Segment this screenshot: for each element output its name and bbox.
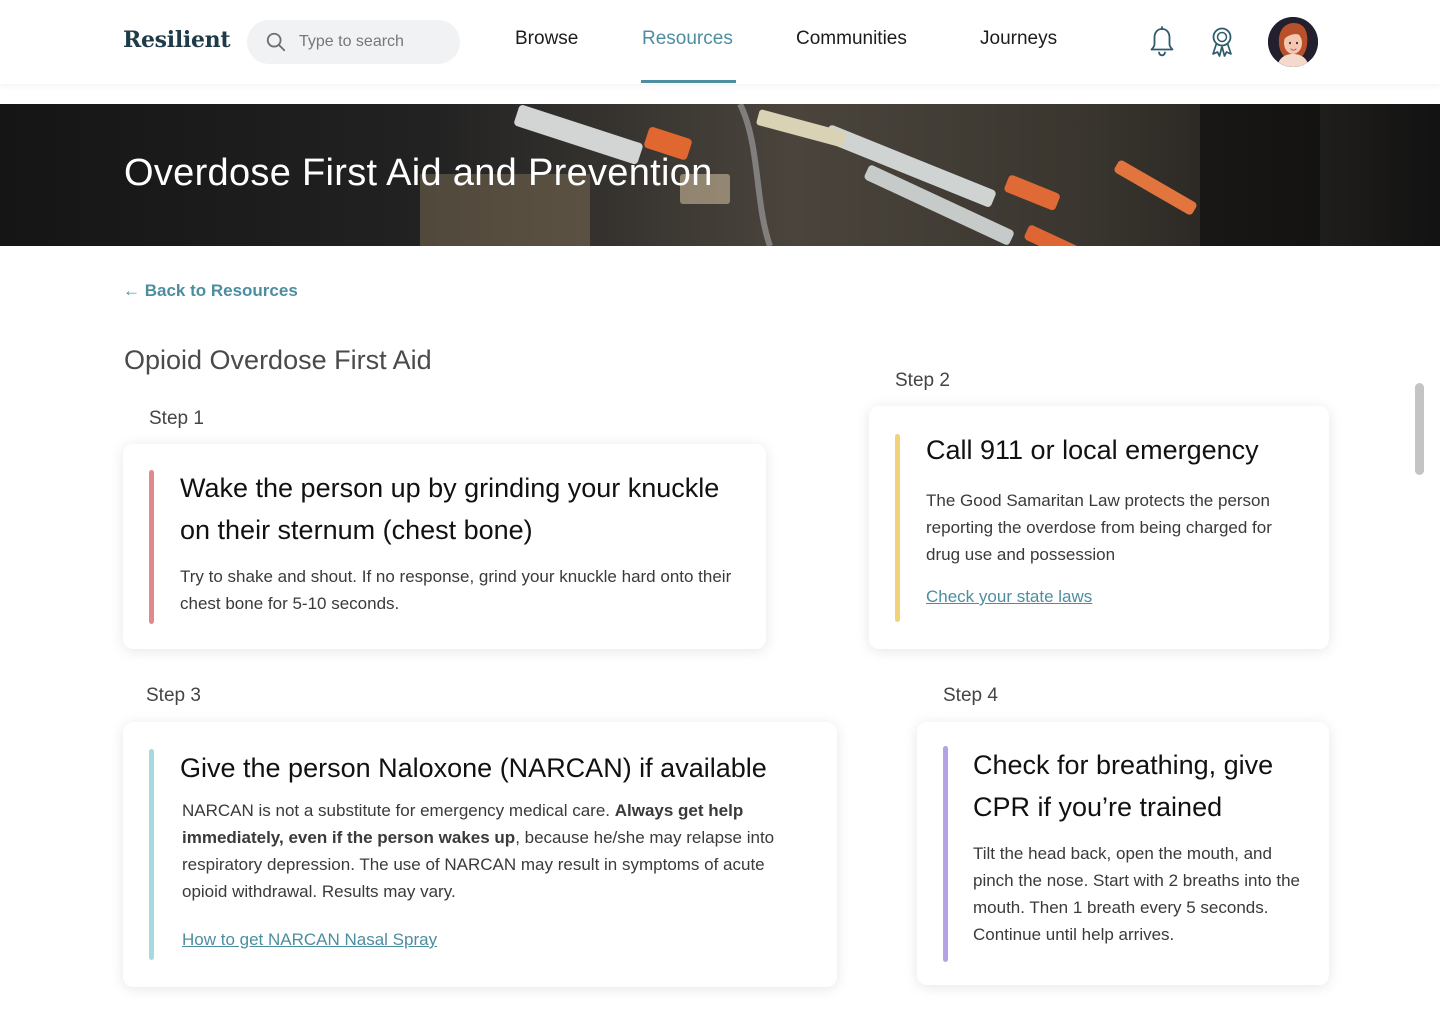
- step-2-card: Call 911 or local emergency The Good Sam…: [869, 406, 1329, 649]
- search-input[interactable]: [299, 20, 449, 64]
- step-4-body: Tilt the head back, open the mouth, and …: [973, 844, 1300, 944]
- back-to-resources-link[interactable]: ← Back to Resources: [123, 281, 298, 301]
- step-2-accent-bar: [895, 434, 900, 622]
- nav-browse[interactable]: Browse: [515, 28, 578, 50]
- step-4-accent-bar: [943, 746, 948, 962]
- check-state-laws-link[interactable]: Check your state laws: [926, 587, 1092, 607]
- step-3-body: NARCAN is not a substitute for emergency…: [182, 797, 807, 905]
- search-box[interactable]: [247, 20, 460, 64]
- step-3-card: Give the person Naloxone (NARCAN) if ava…: [123, 722, 837, 987]
- step-3-label: Step 3: [146, 685, 201, 706]
- avatar-portrait-icon: [1268, 17, 1318, 67]
- step-2-title: Call 911 or local emergency: [926, 435, 1259, 465]
- user-avatar[interactable]: [1268, 17, 1318, 67]
- step-1-title: Wake the person up by grinding your knuc…: [180, 473, 720, 545]
- nav-resources[interactable]: Resources: [642, 28, 733, 50]
- nav-communities[interactable]: Communities: [796, 28, 907, 50]
- bell-icon[interactable]: [1148, 26, 1176, 58]
- vertical-scrollbar[interactable]: [1415, 383, 1424, 475]
- step-1-card: Wake the person up by grinding your knuc…: [123, 444, 766, 649]
- page-title: Overdose First Aid and Prevention: [124, 152, 713, 194]
- step-2-body: The Good Samaritan Law protects the pers…: [926, 491, 1272, 564]
- step-4-card: Check for breathing, give CPR if you’re …: [917, 722, 1329, 985]
- hero-banner: Overdose First Aid and Prevention: [0, 104, 1440, 246]
- step-3-body-text: NARCAN is not a substitute for emergency…: [182, 801, 615, 820]
- section-title: Opioid Overdose First Aid: [124, 345, 432, 375]
- step-1-label: Step 1: [149, 408, 204, 429]
- nav-journeys[interactable]: Journeys: [980, 28, 1057, 50]
- step-4-label: Step 4: [943, 685, 998, 706]
- search-icon: [266, 32, 286, 52]
- step-3-accent-bar: [149, 749, 154, 960]
- award-ribbon-icon[interactable]: [1208, 26, 1236, 58]
- step-1-body: Try to shake and shout. If no response, …: [180, 567, 732, 613]
- resilient-logo[interactable]: Resilient: [123, 27, 231, 53]
- top-nav-bar: Resilient Browse Resources Communities J…: [0, 0, 1440, 84]
- get-narcan-link[interactable]: How to get NARCAN Nasal Spray: [182, 930, 437, 950]
- step-2-label: Step 2: [895, 370, 950, 391]
- step-3-title: Give the person Naloxone (NARCAN) if ava…: [180, 753, 767, 783]
- step-1-accent-bar: [149, 470, 154, 624]
- step-4-title: Check for breathing, give CPR if you’re …: [973, 750, 1274, 822]
- nav-active-underline: [641, 80, 736, 83]
